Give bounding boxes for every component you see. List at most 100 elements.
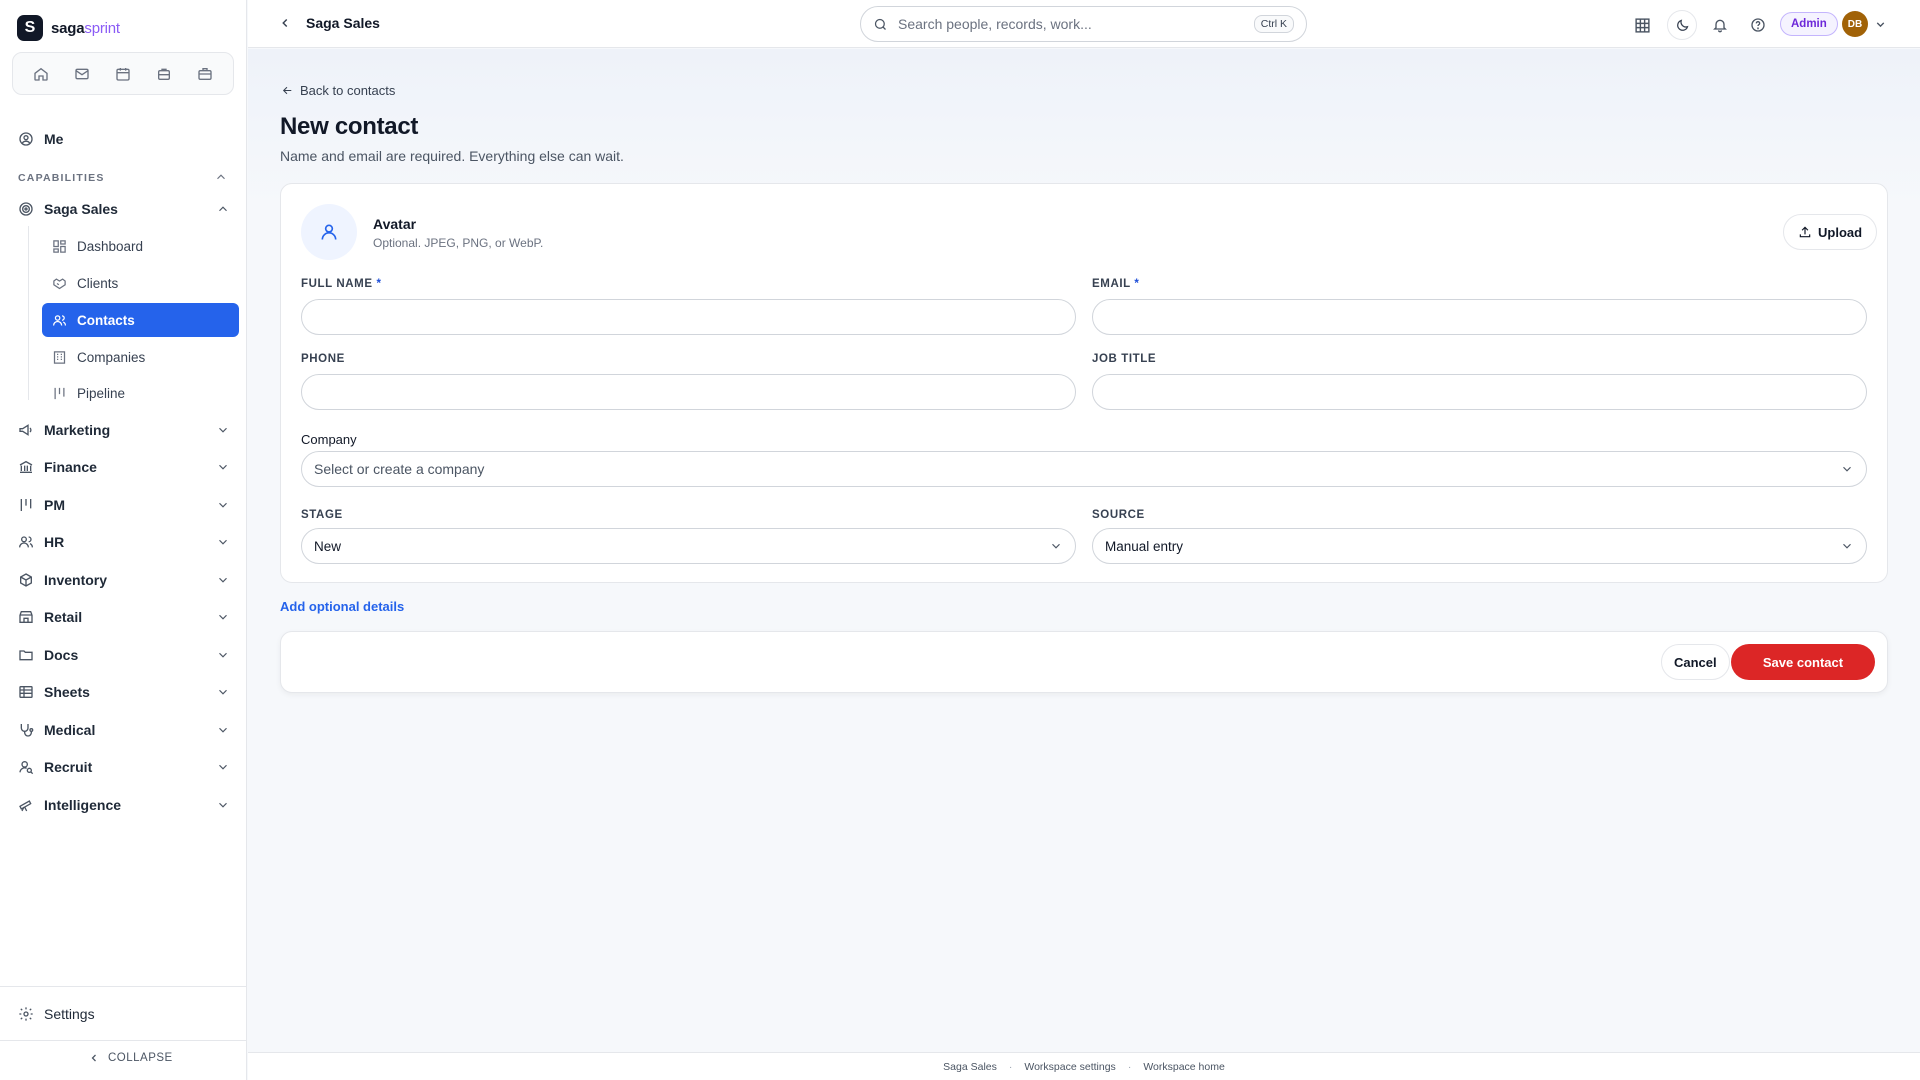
- email-field[interactable]: [1092, 299, 1867, 335]
- nav-group-finance[interactable]: Finance: [18, 459, 230, 475]
- chevron-down-icon: [216, 610, 230, 624]
- source-value: Manual entry: [1105, 538, 1184, 554]
- folder-icon: [18, 647, 34, 663]
- nav-group-label: Docs: [44, 647, 79, 663]
- stage-select[interactable]: New: [301, 528, 1076, 564]
- nav-group-label: Retail: [44, 609, 83, 625]
- chevron-down-icon: [216, 423, 230, 437]
- email-input[interactable]: [1093, 300, 1866, 334]
- inbox-icon[interactable]: [149, 59, 179, 89]
- pipeline-icon: [52, 386, 67, 401]
- nav-group-pm[interactable]: PM: [18, 497, 230, 513]
- brand-logo[interactable]: S sagasprint: [17, 15, 120, 41]
- separator-dot: ·: [1008, 1060, 1013, 1073]
- nav-group-retail[interactable]: Retail: [18, 609, 230, 625]
- back-to-contacts-link[interactable]: Back to contacts: [281, 83, 395, 98]
- sidebar-item-dashboard[interactable]: Dashboard: [42, 229, 239, 263]
- sidebar-item-label: Contacts: [77, 312, 135, 328]
- help-icon[interactable]: [1743, 10, 1773, 40]
- nav-group-label: PM: [44, 497, 65, 513]
- nav-group-label: HR: [44, 534, 65, 550]
- footer-link-saga-sales[interactable]: Saga Sales: [943, 1061, 997, 1073]
- upload-button[interactable]: Upload: [1783, 214, 1878, 250]
- sidebar-item-clients[interactable]: Clients: [42, 266, 239, 300]
- required-mark: *: [1134, 278, 1140, 290]
- source-select[interactable]: Manual entry: [1092, 528, 1867, 564]
- save-contact-button[interactable]: Save contact: [1731, 644, 1875, 680]
- back-link-label: Back to contacts: [300, 83, 396, 98]
- search-icon: [873, 17, 888, 32]
- quick-nav: [12, 52, 234, 95]
- job-title-input[interactable]: [1093, 375, 1866, 409]
- email-label-text: EMAIL: [1092, 278, 1131, 290]
- user-circle-icon: [18, 131, 34, 147]
- stethoscope-icon: [18, 722, 34, 738]
- people-icon: [18, 534, 34, 550]
- phone-field[interactable]: [301, 374, 1076, 410]
- sidebar-item-label: Pipeline: [77, 385, 126, 401]
- nav-group-inventory[interactable]: Inventory: [18, 572, 230, 588]
- briefcase-icon[interactable]: [190, 59, 220, 89]
- sidebar: S sagasprint Me CAPABILITIES Saga Sales …: [0, 0, 247, 1080]
- chevron-down-icon: [216, 460, 230, 474]
- nav-group-intelligence[interactable]: Intelligence: [18, 797, 230, 813]
- nav-group-sheets[interactable]: Sheets: [18, 684, 230, 700]
- stage-label: STAGE: [301, 509, 343, 521]
- nav-me[interactable]: Me: [18, 131, 63, 147]
- nav-group-label: Intelligence: [44, 797, 122, 813]
- nav-group-hr[interactable]: HR: [18, 534, 230, 550]
- chevron-down-icon: [216, 573, 230, 587]
- user-menu[interactable]: DB: [1842, 10, 1894, 38]
- add-optional-details-link[interactable]: Add optional details: [280, 599, 404, 614]
- grid-icon[interactable]: [1627, 10, 1657, 40]
- collapse-button[interactable]: COLLAPSE: [88, 1052, 173, 1064]
- nav-group-label: Recruit: [44, 759, 93, 775]
- company-select[interactable]: Select or create a company: [301, 451, 1867, 487]
- home-icon[interactable]: [26, 59, 56, 89]
- footer-link-workspace-home[interactable]: Workspace home: [1143, 1061, 1225, 1073]
- collapse-label: COLLAPSE: [108, 1052, 173, 1064]
- nav-me-label: Me: [44, 131, 64, 147]
- page-subtitle: Name and email are required. Everything …: [280, 148, 624, 164]
- building-icon: [52, 350, 67, 365]
- avatar: DB: [1842, 11, 1868, 37]
- tree-line: [28, 226, 29, 400]
- divider: [0, 986, 247, 987]
- avatar-hint: Optional. JPEG, PNG, or WebP.: [373, 236, 544, 250]
- job-title-field[interactable]: [1092, 374, 1867, 410]
- cancel-button[interactable]: Cancel: [1661, 644, 1730, 680]
- source-label: SOURCE: [1092, 509, 1145, 521]
- mail-icon[interactable]: [67, 59, 97, 89]
- upload-icon: [1798, 225, 1812, 239]
- required-mark: *: [376, 278, 382, 290]
- nav-group-saga-sales[interactable]: Saga Sales: [18, 201, 230, 217]
- phone-input[interactable]: [302, 375, 1075, 409]
- search-input[interactable]: [898, 16, 1244, 32]
- chevron-left-icon[interactable]: [278, 16, 292, 30]
- calendar-icon[interactable]: [108, 59, 138, 89]
- full-name-input[interactable]: [302, 300, 1075, 334]
- sidebar-item-pipeline[interactable]: Pipeline: [42, 376, 239, 410]
- global-search[interactable]: Ctrl K: [860, 6, 1307, 42]
- nav-group-medical[interactable]: Medical: [18, 722, 230, 738]
- nav-group-docs[interactable]: Docs: [18, 647, 230, 663]
- megaphone-icon: [18, 422, 34, 438]
- chevron-up-icon[interactable]: [214, 170, 228, 184]
- stage-value: New: [314, 538, 342, 554]
- nav-group-marketing[interactable]: Marketing: [18, 422, 230, 438]
- bell-icon[interactable]: [1705, 10, 1735, 40]
- sidebar-item-contacts[interactable]: Contacts: [42, 303, 239, 337]
- dashboard-icon: [52, 239, 67, 254]
- chevron-down-icon: [216, 535, 230, 549]
- settings-link[interactable]: Settings: [18, 1006, 95, 1022]
- admin-badge[interactable]: Admin: [1780, 12, 1838, 36]
- moon-icon[interactable]: [1667, 10, 1697, 40]
- footer-link-workspace-settings[interactable]: Workspace settings: [1024, 1061, 1115, 1073]
- gear-icon: [18, 1006, 34, 1022]
- brand-name-main: saga: [51, 19, 85, 37]
- nav-group-label: Saga Sales: [44, 201, 118, 217]
- sidebar-item-companies[interactable]: Companies: [42, 340, 239, 374]
- target-icon: [18, 201, 34, 217]
- nav-group-recruit[interactable]: Recruit: [18, 759, 230, 775]
- full-name-field[interactable]: [301, 299, 1076, 335]
